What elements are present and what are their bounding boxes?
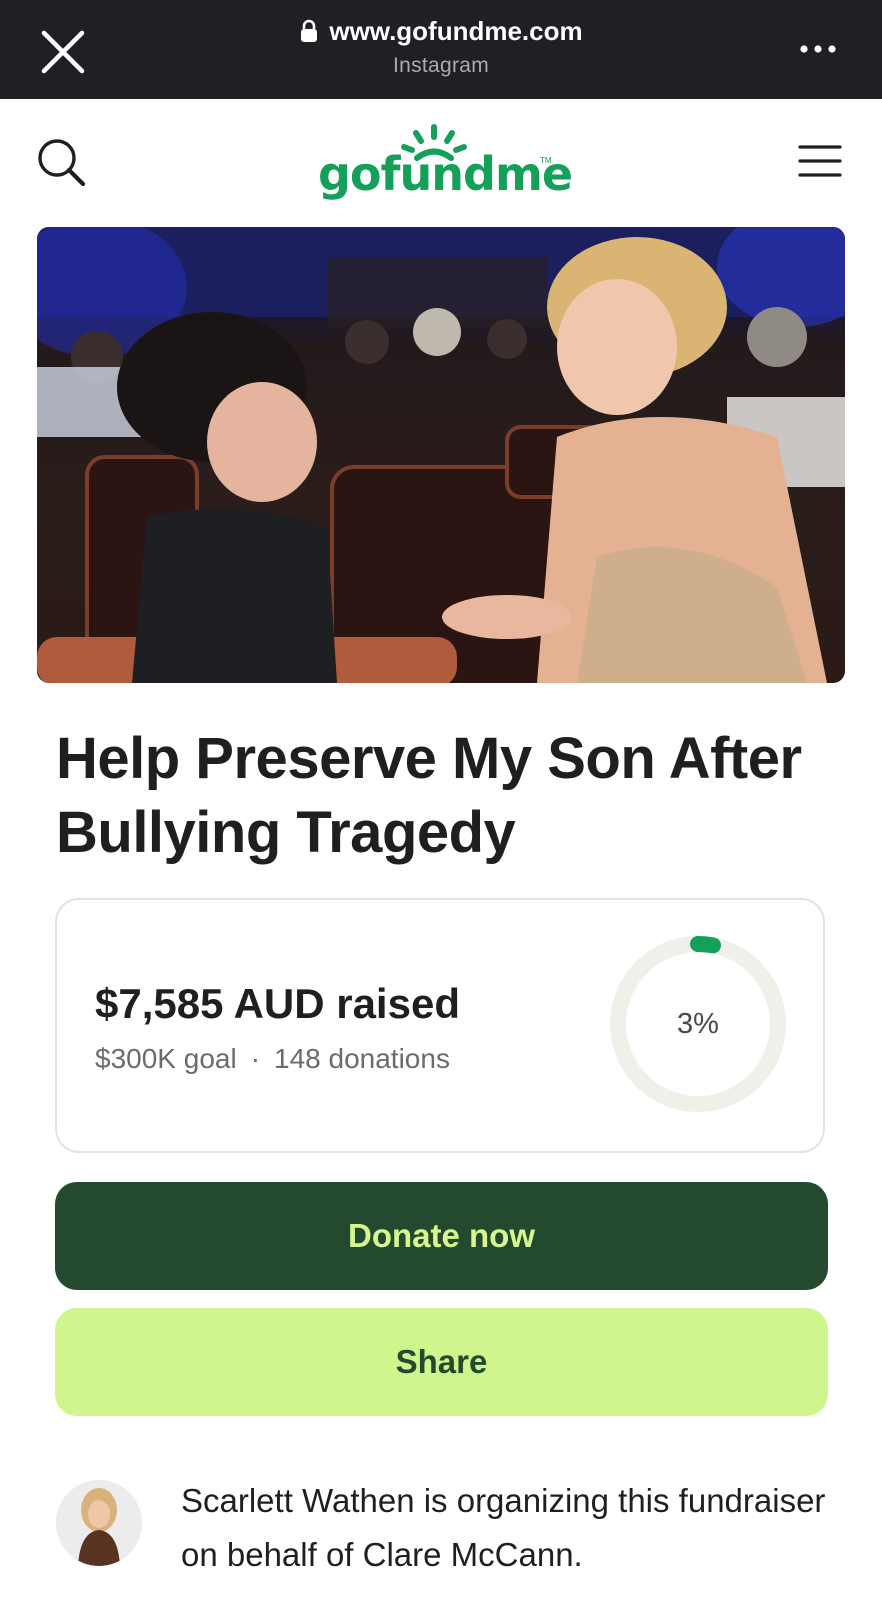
search-icon[interactable] [36, 137, 88, 189]
goal-amount: $300K goal [95, 1043, 237, 1074]
source-label: Instagram [392, 54, 490, 77]
progress-card: $7,585 AUD raised $300K goal · 148 donatio… [55, 898, 825, 1153]
campaign-photo [37, 227, 845, 683]
url-text: www.gofundme.com [329, 15, 583, 46]
campaign-title: Help Preserve My Son After Bullying Trag… [56, 726, 802, 865]
lock-icon [301, 19, 318, 42]
donation-count: 148 donations [274, 1043, 450, 1074]
goal-meta: $300K goal · 148 donations [95, 1043, 450, 1075]
organizer-avatar[interactable] [56, 1480, 142, 1566]
more-icon[interactable] [798, 38, 838, 60]
gofundme-logo[interactable]: TM gofundme [318, 123, 573, 205]
amount-raised: $7,585 AUD raised [95, 980, 460, 1027]
progress-percent: 3% [677, 1007, 719, 1040]
site-header: TM gofundme [0, 99, 882, 227]
browser-bar: www.gofundme.com Instagram [0, 0, 882, 99]
donate-now-button[interactable]: Donate now [55, 1182, 828, 1290]
logo-text: gofundme [318, 147, 573, 201]
organizer-text: Scarlett Wathen is organizing this fundr… [181, 1482, 826, 1573]
address-bar[interactable]: www.gofundme.com Instagram [0, 14, 882, 78]
hamburger-menu-icon[interactable] [798, 143, 842, 179]
share-button[interactable]: Share [55, 1308, 828, 1416]
meta-separator: · [250, 1043, 261, 1074]
